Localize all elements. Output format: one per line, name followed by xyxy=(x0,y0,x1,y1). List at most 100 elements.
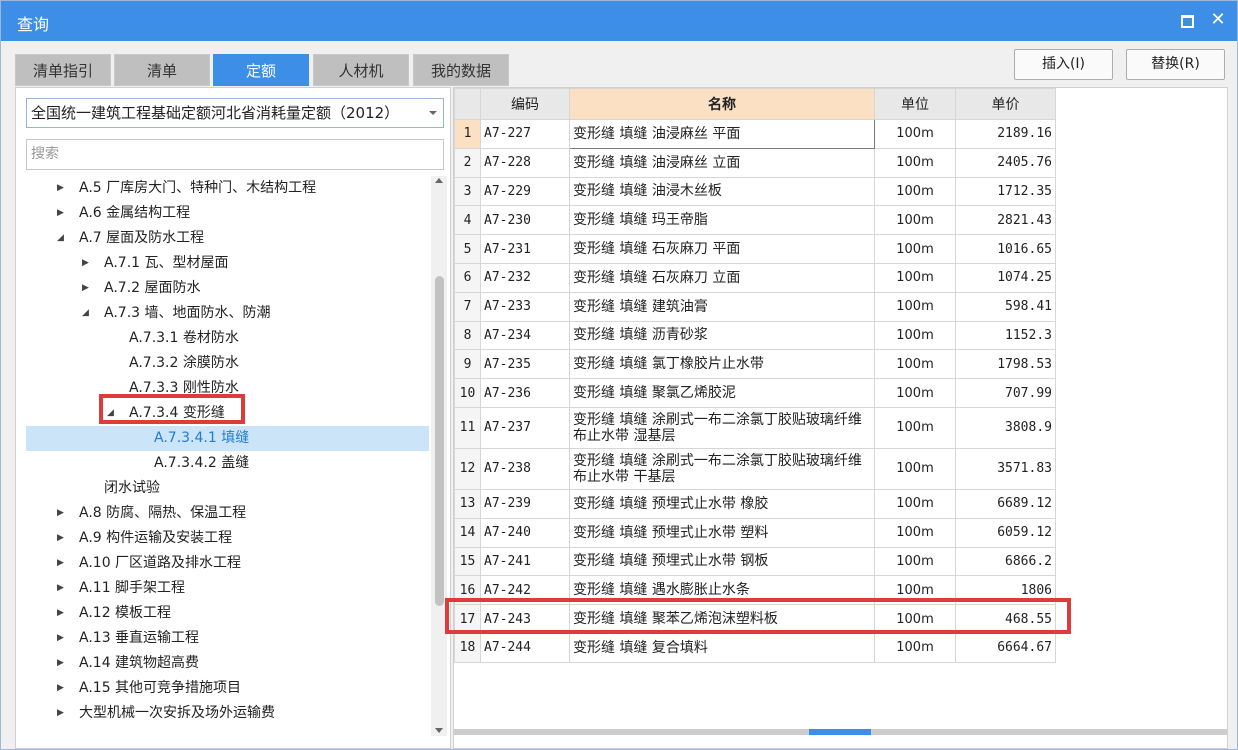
row-number: 2 xyxy=(454,147,481,178)
title-bar[interactable]: 查询 ✕ xyxy=(1,1,1237,41)
table-horizontal-scrollbar[interactable] xyxy=(454,729,1227,735)
tree-node[interactable]: ▶ A.7.2 屋面防水 xyxy=(26,276,429,301)
tree-node[interactable]: ▶ A.13 垂直运输工程 xyxy=(26,626,429,651)
tree-node[interactable]: ▶ 大型机械一次安拆及场外运输费 xyxy=(26,701,429,726)
code-cell: A7-238 xyxy=(480,447,570,490)
tree-node-label: 闭水试验 xyxy=(104,480,160,496)
table-row[interactable]: 1 A7-227 变形缝 填缝 油浸麻丝 平面 100m 2189.16 xyxy=(454,119,1056,149)
column-header-code[interactable]: 编码 xyxy=(480,88,570,120)
tab-labor-material-machine[interactable]: 人材机 xyxy=(313,54,409,86)
scroll-up-icon[interactable] xyxy=(435,178,443,183)
collapsed-triangle-icon[interactable]: ▶ xyxy=(57,501,64,526)
table-row[interactable]: 8 A7-234 变形缝 填缝 沥青砂浆 100m 1152.3 xyxy=(454,320,1056,351)
tree-node[interactable]: ▶ A.9 构件运输及安装工程 xyxy=(26,526,429,551)
row-number: 14 xyxy=(454,517,481,548)
table-row[interactable]: 18 A7-244 变形缝 填缝 复合填料 100m 6664.67 xyxy=(454,632,1056,663)
scrollbar-thumb[interactable] xyxy=(435,276,444,606)
price-cell: 6689.12 xyxy=(955,488,1056,519)
tree-node[interactable]: A.7.3.2 涂膜防水 xyxy=(26,351,429,376)
collapsed-triangle-icon[interactable]: ▶ xyxy=(57,676,64,701)
tree-node[interactable]: 闭水试验 xyxy=(26,476,429,501)
table-row[interactable]: 10 A7-236 变形缝 填缝 聚氯乙烯胶泥 100m 707.99 xyxy=(454,378,1056,408)
tree-node[interactable]: A.7.3.4.2 盖缝 xyxy=(26,451,429,476)
expanded-triangle-icon[interactable]: ◢ xyxy=(57,226,64,251)
tab-quota[interactable]: 定额 xyxy=(213,54,309,86)
tree-node-label: A.5 厂库房大门、特种门、木结构工程 xyxy=(79,180,317,196)
unit-cell: 100m xyxy=(874,291,956,322)
tree-node[interactable]: ▶ A.7.1 瓦、型材屋面 xyxy=(26,251,429,276)
code-cell: A7-230 xyxy=(480,205,570,236)
table-row[interactable]: 11 A7-237 变形缝 填缝 涂刷式一布二涂氯丁胶贴玻璃纤维布止水带 湿基层 10… xyxy=(454,406,1056,449)
table-row[interactable]: 4 A7-230 变形缝 填缝 玛王帝脂 100m 2821.43 xyxy=(454,205,1056,236)
tree-node[interactable]: A.7.3.1 卷材防水 xyxy=(26,326,429,351)
price-cell: 6866.2 xyxy=(955,546,1056,577)
row-number: 4 xyxy=(454,205,481,236)
table-row[interactable]: 12 A7-238 变形缝 填缝 涂刷式一布二涂氯丁胶贴玻璃纤维布止水带 干基层 10… xyxy=(454,447,1056,490)
tree-node[interactable]: ▶ A.6 金属结构工程 xyxy=(26,201,429,226)
column-header-unit[interactable]: 单位 xyxy=(874,88,956,120)
column-header-price[interactable]: 单价 xyxy=(955,88,1056,120)
name-cell: 变形缝 填缝 油浸麻丝 立面 xyxy=(569,147,875,178)
maximize-icon[interactable] xyxy=(1177,11,1197,31)
chevron-down-icon[interactable] xyxy=(429,111,437,115)
unit-cell: 100m xyxy=(874,378,956,408)
collapsed-triangle-icon[interactable]: ▶ xyxy=(57,701,64,726)
collapsed-triangle-icon[interactable]: ▶ xyxy=(57,176,64,201)
tree-node[interactable]: ▶ A.15 其他可竞争措施项目 xyxy=(26,676,429,701)
price-cell: 1152.3 xyxy=(955,320,1056,351)
table-row[interactable]: 13 A7-239 变形缝 填缝 预埋式止水带 橡胶 100m 6689.12 xyxy=(454,488,1056,519)
tree-node[interactable]: ◢ A.7.3 墙、地面防水、防潮 xyxy=(26,301,429,326)
tree-node[interactable]: ▶ A.10 厂区道路及排水工程 xyxy=(26,551,429,576)
table-row[interactable]: 14 A7-240 变形缝 填缝 预埋式止水带 塑料 100m 6059.12 xyxy=(454,517,1056,548)
expanded-triangle-icon[interactable]: ◢ xyxy=(82,301,89,326)
table-row[interactable]: 15 A7-241 变形缝 填缝 预埋式止水带 钢板 100m 6866.2 xyxy=(454,546,1056,577)
name-cell: 变形缝 填缝 复合填料 xyxy=(569,632,875,663)
collapsed-triangle-icon[interactable]: ▶ xyxy=(57,551,64,576)
name-cell: 变形缝 填缝 油浸木丝板 xyxy=(569,176,875,207)
close-icon[interactable]: ✕ xyxy=(1206,8,1230,32)
tree-node[interactable]: A.7.3.4.1 填缝 xyxy=(26,426,429,451)
collapsed-triangle-icon[interactable]: ▶ xyxy=(82,251,89,276)
tree-node[interactable]: ▶ A.8 防腐、隔热、保温工程 xyxy=(26,501,429,526)
table-row[interactable]: 6 A7-232 变形缝 填缝 石灰麻刀 立面 100m 1074.25 xyxy=(454,262,1056,293)
price-cell: 707.99 xyxy=(955,378,1056,408)
table-row[interactable]: 3 A7-229 变形缝 填缝 油浸木丝板 100m 1712.35 xyxy=(454,176,1056,207)
tree-node-label: A.13 垂直运输工程 xyxy=(79,630,200,646)
price-cell: 598.41 xyxy=(955,291,1056,322)
tab-bill[interactable]: 清单 xyxy=(114,54,210,86)
unit-cell: 100m xyxy=(874,349,956,380)
table-row[interactable]: 2 A7-228 变形缝 填缝 油浸麻丝 立面 100m 2405.76 xyxy=(454,147,1056,178)
tree-node[interactable]: ▶ A.5 厂库房大门、特种门、木结构工程 xyxy=(26,176,429,201)
row-number: 13 xyxy=(454,488,481,519)
tree-node-label: A.12 模板工程 xyxy=(79,605,172,621)
tree-node[interactable]: ▶ A.14 建筑物超高费 xyxy=(26,651,429,676)
column-header-name[interactable]: 名称 xyxy=(569,88,875,120)
tab-my-data[interactable]: 我的数据 xyxy=(413,54,509,86)
unit-cell: 100m xyxy=(874,205,956,236)
collapsed-triangle-icon[interactable]: ▶ xyxy=(57,651,64,676)
replace-button[interactable]: 替换(R) xyxy=(1126,49,1225,80)
collapsed-triangle-icon[interactable]: ▶ xyxy=(57,626,64,651)
tree-node[interactable]: ◢ A.7 屋面及防水工程 xyxy=(26,226,429,251)
table-row[interactable]: 9 A7-235 变形缝 填缝 氯丁橡胶片止水带 100m 1798.53 xyxy=(454,349,1056,380)
collapsed-triangle-icon[interactable]: ▶ xyxy=(82,276,89,301)
table-row[interactable]: 7 A7-233 变形缝 填缝 建筑油膏 100m 598.41 xyxy=(454,291,1056,322)
search-input[interactable]: 搜索 xyxy=(26,139,444,170)
scrollbar-thumb[interactable] xyxy=(809,729,871,735)
tree-scrollbar[interactable] xyxy=(431,176,447,736)
price-cell: 1712.35 xyxy=(955,176,1056,207)
table-row[interactable]: 5 A7-231 变形缝 填缝 石灰麻刀 平面 100m 1016.65 xyxy=(454,234,1056,264)
quota-library-select[interactable]: 全国统一建筑工程基础定额河北省消耗量定额（2012） xyxy=(26,98,444,128)
collapsed-triangle-icon[interactable]: ▶ xyxy=(57,526,64,551)
tree-node[interactable]: ▶ A.12 模板工程 xyxy=(26,601,429,626)
scroll-down-icon[interactable] xyxy=(435,728,443,733)
code-cell: A7-232 xyxy=(480,262,570,293)
chapter-tree: ▶ A.5 厂库房大门、特种门、木结构工程 ▶ A.6 金属结构工程 ◢ A.7 屋面及防… xyxy=(16,176,429,748)
collapsed-triangle-icon[interactable]: ▶ xyxy=(57,576,64,601)
collapsed-triangle-icon[interactable]: ▶ xyxy=(57,601,64,626)
insert-button[interactable]: 插入(I) xyxy=(1014,49,1113,80)
tree-node[interactable]: ▶ A.11 脚手架工程 xyxy=(26,576,429,601)
quota-table: 编码 名称 单位 单价 1 A7-227 变形缝 填缝 油浸麻丝 平面 100m 218… xyxy=(454,88,1056,663)
collapsed-triangle-icon[interactable]: ▶ xyxy=(57,201,64,226)
tab-bill-guide[interactable]: 清单指引 xyxy=(15,54,111,86)
